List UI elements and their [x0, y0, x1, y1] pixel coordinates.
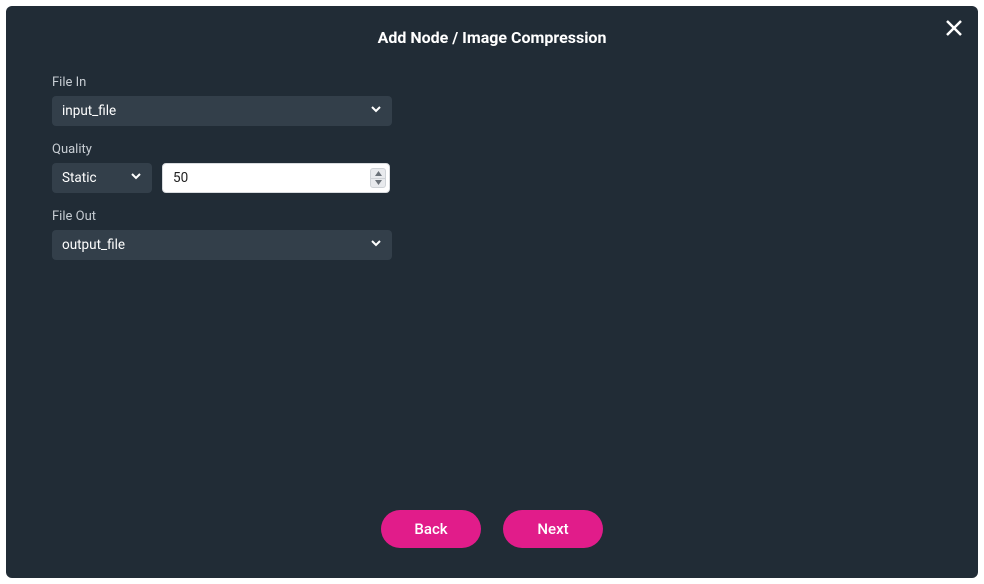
close-button[interactable] — [942, 16, 966, 40]
modal-title: Add Node / Image Compression — [6, 28, 978, 47]
quality-input-wrap — [162, 163, 390, 193]
next-button[interactable]: Next — [503, 510, 603, 548]
modal-header: Add Node / Image Compression — [6, 6, 978, 57]
quality-group: Quality Static — [52, 142, 932, 193]
modal-footer: Back Next — [6, 500, 978, 578]
file-out-select[interactable]: output_file — [52, 230, 392, 260]
quality-input[interactable] — [162, 163, 390, 193]
quality-label: Quality — [52, 142, 932, 157]
file-in-select[interactable]: input_file — [52, 96, 392, 126]
quality-mode-value: Static — [62, 170, 97, 186]
file-in-value: input_file — [62, 103, 116, 119]
add-node-modal: Add Node / Image Compression File In inp… — [6, 6, 978, 578]
file-in-label: File In — [52, 75, 932, 90]
chevron-down-icon — [370, 103, 382, 119]
chevron-down-icon — [370, 237, 382, 253]
file-out-label: File Out — [52, 209, 932, 224]
quality-mode-select[interactable]: Static — [52, 163, 152, 193]
close-icon — [945, 19, 963, 37]
back-button[interactable]: Back — [381, 510, 481, 548]
modal-content: File In input_file Quality Static — [6, 57, 978, 500]
file-out-group: File Out output_file — [52, 209, 932, 260]
file-out-value: output_file — [62, 237, 125, 253]
chevron-down-icon — [130, 170, 142, 186]
file-in-group: File In input_file — [52, 75, 932, 126]
